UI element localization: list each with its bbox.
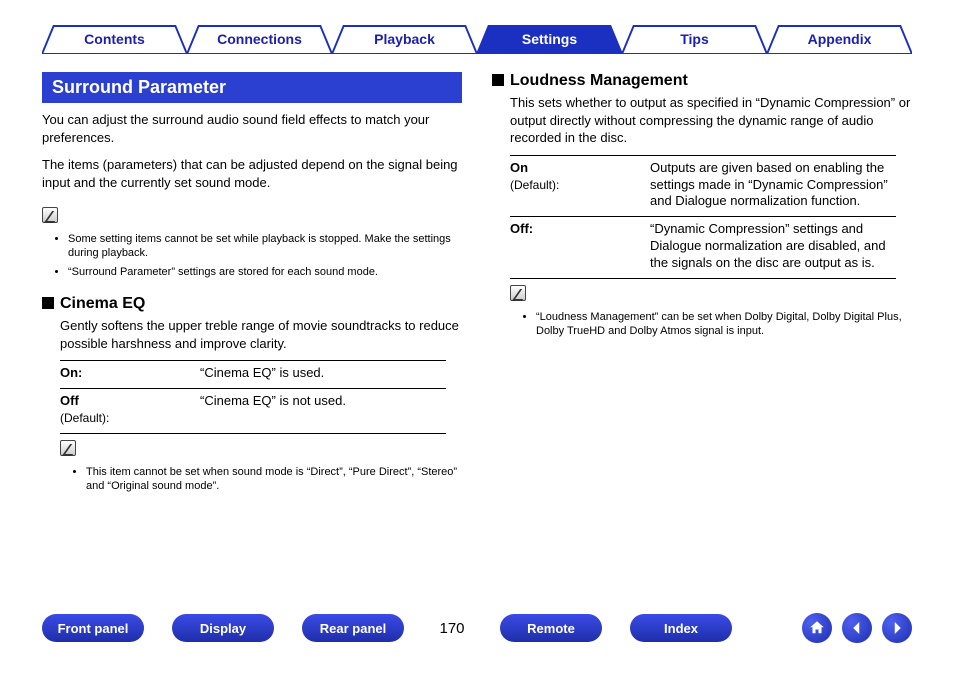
tab-playback[interactable]: Playback bbox=[332, 24, 477, 54]
bottom-bar: Front panel Display Rear panel 170 Remot… bbox=[42, 611, 912, 645]
intro-text-1: You can adjust the surround audio sound … bbox=[42, 111, 462, 146]
tab-tips[interactable]: Tips bbox=[622, 24, 767, 54]
option-key: Off: bbox=[510, 221, 533, 236]
front-panel-button[interactable]: Front panel bbox=[42, 614, 144, 642]
subheading-desc: This sets whether to output as specified… bbox=[510, 94, 912, 147]
section-title: Surround Parameter bbox=[42, 72, 462, 103]
tab-settings[interactable]: Settings bbox=[477, 24, 622, 54]
prev-page-icon[interactable] bbox=[842, 613, 872, 643]
option-key: Off bbox=[60, 393, 79, 408]
right-column: Loudness Management This sets whether to… bbox=[492, 72, 912, 593]
tab-contents[interactable]: Contents bbox=[42, 24, 187, 54]
tab-label: Contents bbox=[84, 31, 145, 47]
loudness-options-table: On (Default): Outputs are given based on … bbox=[510, 155, 896, 279]
intro-text-2: The items (parameters) that can be adjus… bbox=[42, 156, 462, 191]
page-number: 170 bbox=[432, 620, 472, 637]
note-list-1: Some setting items cannot be set while p… bbox=[42, 232, 462, 279]
option-key: On bbox=[510, 160, 528, 175]
remote-button[interactable]: Remote bbox=[500, 614, 602, 642]
home-icon[interactable] bbox=[802, 613, 832, 643]
note-list-3: “Loudness Management” can be set when Do… bbox=[510, 310, 912, 339]
table-row: Off: “Dynamic Compression” settings and … bbox=[510, 217, 896, 279]
note-item: “Surround Parameter” settings are stored… bbox=[68, 265, 462, 279]
subheading-loudness: Loudness Management bbox=[492, 72, 912, 90]
pencil-icon bbox=[60, 440, 76, 456]
left-column: Surround Parameter You can adjust the su… bbox=[42, 72, 462, 593]
option-value: “Dynamic Compression” settings and Dialo… bbox=[650, 217, 896, 279]
pencil-icon bbox=[510, 285, 526, 301]
option-default: (Default): bbox=[60, 411, 109, 425]
table-row: On (Default): Outputs are given based on … bbox=[510, 155, 896, 217]
note-item: “Loudness Management” can be set when Do… bbox=[536, 310, 912, 339]
next-page-icon[interactable] bbox=[882, 613, 912, 643]
top-nav: Contents Connections Playback Settings Tips A… bbox=[42, 24, 912, 54]
note-list-2: This item cannot be set when sound mode … bbox=[60, 465, 462, 494]
option-value: “Cinema EQ” is used. bbox=[200, 361, 446, 389]
rear-panel-button[interactable]: Rear panel bbox=[302, 614, 404, 642]
subheading-desc: Gently softens the upper treble range of… bbox=[60, 317, 462, 352]
pencil-icon bbox=[42, 207, 58, 223]
note-item: Some setting items cannot be set while p… bbox=[68, 232, 462, 261]
table-row: Off (Default): “Cinema EQ” is not used. bbox=[60, 389, 446, 434]
option-value: “Cinema EQ” is not used. bbox=[200, 389, 446, 434]
index-button[interactable]: Index bbox=[630, 614, 732, 642]
tab-label: Tips bbox=[680, 31, 709, 47]
tab-connections[interactable]: Connections bbox=[187, 24, 332, 54]
display-button[interactable]: Display bbox=[172, 614, 274, 642]
cinema-eq-options-table: On: “Cinema EQ” is used. Off (Default): “… bbox=[60, 360, 446, 434]
tab-label: Appendix bbox=[808, 31, 872, 47]
tab-label: Connections bbox=[217, 31, 302, 47]
option-default: (Default): bbox=[510, 178, 559, 192]
option-value: Outputs are given based on enabling the … bbox=[650, 155, 896, 217]
tab-label: Settings bbox=[522, 31, 577, 47]
subheading-cinema-eq: Cinema EQ bbox=[42, 295, 462, 313]
table-row: On: “Cinema EQ” is used. bbox=[60, 361, 446, 389]
page-body: Surround Parameter You can adjust the su… bbox=[42, 72, 912, 593]
option-key: On: bbox=[60, 365, 82, 380]
nav-icons bbox=[802, 613, 912, 643]
tab-label: Playback bbox=[374, 31, 435, 47]
tab-appendix[interactable]: Appendix bbox=[767, 24, 912, 54]
note-item: This item cannot be set when sound mode … bbox=[86, 465, 462, 494]
